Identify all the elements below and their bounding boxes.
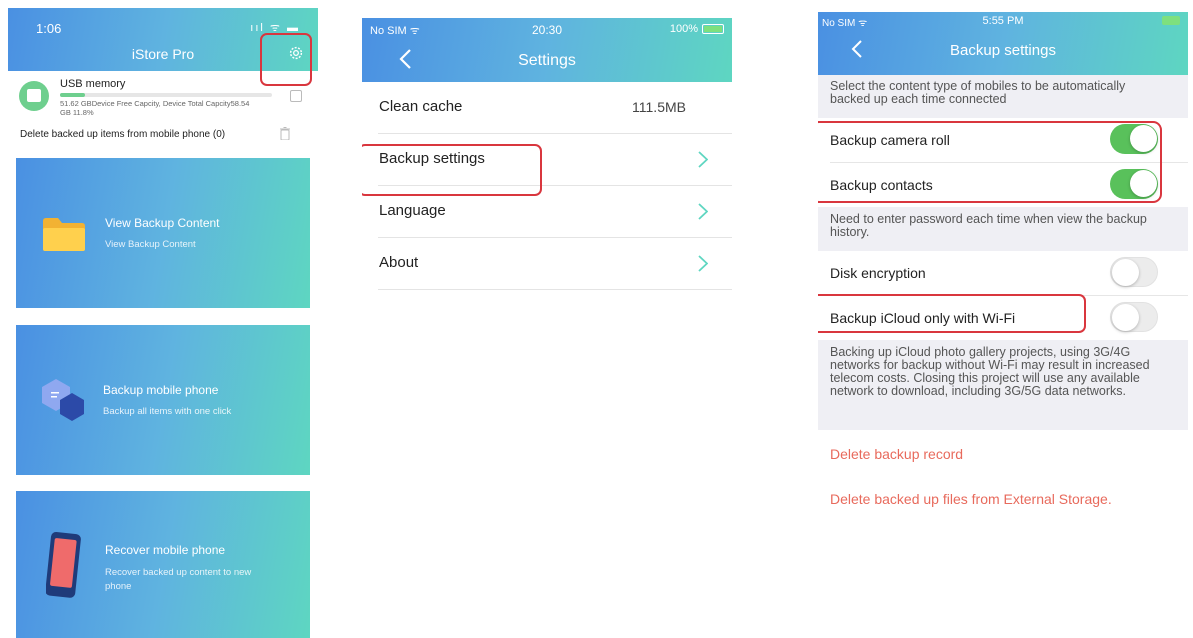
card-title: Backup mobile phone (103, 383, 219, 397)
row-label: Language (379, 202, 446, 219)
view-backup-content-card[interactable]: View Backup Content View Backup Content (16, 158, 310, 308)
card-subtitle: View Backup Content (105, 239, 196, 250)
settings-row-clean-cache[interactable]: Clean cache 111.5MB (378, 82, 732, 134)
usb-drive-icon (19, 81, 49, 111)
cache-size: 111.5MB (632, 99, 686, 115)
disk-encryption-toggle[interactable] (1110, 257, 1158, 287)
settings-screen: No SIM ᯤ 20:30 100% Settings Clean cache… (362, 18, 732, 638)
card-subtitle: Backup all items with one click (103, 406, 232, 417)
usb-select-checkbox[interactable] (290, 90, 302, 102)
usb-capacity-bar (60, 93, 272, 97)
page-title: Backup settings (950, 42, 1056, 59)
settings-header: No SIM ᯤ 20:30 100% Settings (362, 18, 732, 82)
backup-settings-header: No SIM ᯤ 5:55 PM Backup settings (818, 12, 1188, 75)
row-label: About (379, 254, 419, 271)
card-title: View Backup Content (105, 216, 220, 230)
icloud-wifi-highlight (818, 294, 1086, 333)
delete-backup-record-button[interactable]: Delete backup record (830, 446, 963, 462)
card-title: Recover mobile phone (105, 543, 226, 557)
chevron-right-icon (698, 151, 708, 168)
settings-row-about[interactable]: About (378, 238, 732, 290)
chevron-right-icon (698, 255, 708, 272)
row-label: Clean cache (379, 98, 463, 115)
istore-pro-home-screen: 1:06 ııl ᯤ ▬ iStore Pro USB memory 51.62… (8, 8, 318, 638)
backup-mobile-phone-card[interactable]: Backup mobile phone Backup all items wit… (16, 325, 310, 475)
page-title: Settings (518, 52, 576, 69)
card-subtitle: Recover backed up content to new phone (105, 567, 252, 592)
usb-memory-title: USB memory (60, 78, 126, 90)
backup-settings-highlight (362, 144, 542, 196)
status-time: 5:55 PM (982, 15, 1024, 27)
delete-external-files-button[interactable]: Delete backed up files from External Sto… (830, 491, 1112, 507)
folder-icon (43, 218, 85, 251)
icloud-description: Backing up iCloud photo gallery projects… (818, 340, 1188, 430)
backup-settings-screen: No SIM ᯤ 5:55 PM Backup settings Select … (818, 12, 1188, 638)
backup-toggles-highlight (818, 121, 1162, 203)
trash-icon[interactable] (280, 127, 290, 140)
chevron-right-icon (698, 203, 708, 220)
status-time: 1:06 (36, 21, 62, 36)
auto-backup-description: Select the content type of mobiles to be… (818, 75, 1188, 118)
battery-icon (702, 24, 724, 34)
recover-mobile-phone-card[interactable]: Recover mobile phone Recover backed up c… (16, 491, 310, 638)
toggle-row-disk-encryption: Disk encryption (818, 251, 1188, 295)
usb-capacity-text: 51.62 GBDevice Free Capcity, Device Tota… (60, 99, 250, 117)
icloud-wifi-toggle[interactable] (1110, 302, 1158, 332)
password-description: Need to enter password each time when vi… (818, 207, 1188, 251)
settings-highlight (260, 33, 312, 86)
hexagon-icon (42, 379, 84, 421)
row-label: Disk encryption (830, 265, 926, 281)
battery-percent: 100% (669, 23, 698, 35)
delete-backed-up-items[interactable]: Delete backed up items from mobile phone… (20, 129, 225, 140)
tablet-icon (46, 532, 81, 598)
battery-icon (1162, 16, 1180, 25)
